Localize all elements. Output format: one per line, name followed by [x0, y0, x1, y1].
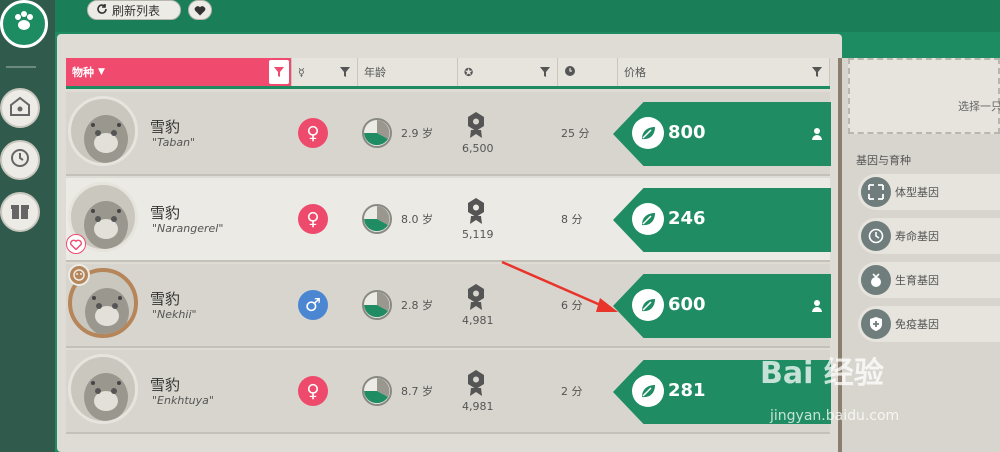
header-time[interactable]: [558, 58, 618, 86]
header-sex[interactable]: ☿: [292, 58, 358, 86]
animal-nickname: "Narangerel": [152, 222, 224, 235]
left-rail: [0, 0, 55, 452]
paw-icon: [10, 8, 38, 40]
snow-leopard-avatar: [68, 96, 138, 166]
habitat-button[interactable]: [0, 88, 40, 128]
refresh-icon: [96, 3, 108, 18]
header-species[interactable]: 物种 ▼: [66, 58, 292, 86]
user-icon: [812, 297, 822, 316]
gene-immunity-item[interactable]: 免疫基因: [858, 306, 1000, 342]
female-icon: ♀: [298, 204, 328, 234]
award-score: 4,981: [462, 400, 494, 413]
sort-down-icon: ▼: [98, 67, 105, 77]
award-score: 6,500: [462, 142, 494, 155]
animal-species: 雪豹: [150, 376, 181, 394]
gene-fertility-item[interactable]: 生育基因: [858, 262, 1000, 298]
animal-species: 雪豹: [150, 118, 181, 136]
animal-age: 8.7 岁: [401, 385, 433, 398]
award-header-icon: ✪: [464, 65, 474, 79]
table-row[interactable]: 雪豹 "Enkhtuya" ♀ 8.7 岁 4,981 2 分 281: [66, 350, 831, 434]
watermark-url: jingyan.baidu.com: [770, 408, 900, 424]
time-remaining: 2 分: [561, 385, 583, 398]
app-logo[interactable]: [0, 0, 48, 48]
animal-species: 雪豹: [150, 290, 181, 308]
select-animal-slot[interactable]: 选择一只: [848, 58, 1000, 134]
animal-age: 2.8 岁: [401, 299, 433, 312]
gift-button[interactable]: [0, 192, 40, 232]
award-score: 5,119: [462, 228, 494, 241]
award-ribbon-icon: [466, 284, 486, 310]
table-row[interactable]: 雪豹 "Narangerel" ♀ 8.0 岁 5,119 8 分 246: [66, 178, 831, 262]
award-ribbon-icon: [466, 198, 486, 224]
expand-icon: [861, 177, 891, 207]
leaf-icon: [632, 375, 664, 407]
gift-icon: [9, 199, 31, 225]
table-row[interactable]: 雪豹 "Nekhii" ♂ 2.8 岁 4,981 6 分 600: [66, 264, 831, 348]
age-pie-icon: [362, 204, 392, 234]
history-icon: [9, 147, 31, 173]
price-value: 281: [668, 380, 706, 401]
genes-section-title: 基因与育种: [856, 154, 911, 167]
header-award[interactable]: ✪: [458, 58, 558, 86]
ranger-badge-icon: [68, 264, 90, 286]
table-header: 物种 ▼ ☿ 年龄 ✪ 价格: [66, 58, 830, 86]
fertility-icon: [861, 265, 891, 295]
animal-nickname: "Taban": [152, 136, 196, 149]
sex-symbol-icon: ☿: [298, 65, 305, 79]
animal-species: 雪豹: [150, 204, 181, 222]
select-prompt: 选择一只: [958, 100, 1000, 113]
time-remaining: 6 分: [561, 299, 583, 312]
female-icon: ♀: [298, 376, 328, 406]
clock-header-icon: [564, 65, 576, 80]
price-value: 800: [668, 122, 706, 143]
refresh-label: 刷新列表: [112, 3, 161, 18]
animal-age: 2.9 岁: [401, 127, 433, 140]
award-score: 4,981: [462, 314, 494, 327]
leaf-icon: [632, 117, 664, 149]
filter-sex-icon[interactable]: [337, 64, 353, 80]
favorites-button[interactable]: [188, 0, 212, 20]
leaf-icon: [632, 203, 664, 235]
award-ribbon-icon: [466, 112, 486, 138]
age-pie-icon: [362, 290, 392, 320]
filter-price-icon[interactable]: [809, 64, 825, 80]
time-remaining: 8 分: [561, 213, 583, 226]
clock-icon: [861, 221, 891, 251]
male-icon: ♂: [298, 290, 328, 320]
time-remaining: 25 分: [561, 127, 590, 140]
filter-award-icon[interactable]: [537, 64, 553, 80]
favorite-heart-icon[interactable]: [66, 234, 86, 254]
animal-age: 8.0 岁: [401, 213, 433, 226]
animal-nickname: "Nekhii": [152, 308, 197, 321]
paw-house-icon: [9, 96, 31, 120]
watermark-brand: Bai 经验: [760, 356, 884, 391]
gene-lifespan-item[interactable]: 寿命基因: [858, 218, 1000, 254]
age-pie-icon: [362, 118, 392, 148]
animal-nickname: "Enkhtuya": [152, 394, 214, 407]
gene-size-item[interactable]: 体型基因: [858, 174, 1000, 210]
female-icon: ♀: [298, 118, 328, 148]
snow-leopard-avatar: [68, 354, 138, 424]
price-value: 246: [668, 208, 706, 229]
award-ribbon-icon: [466, 370, 486, 396]
heart-icon: [194, 1, 206, 20]
history-button[interactable]: [0, 140, 40, 180]
leaf-icon: [632, 289, 664, 321]
rail-divider: [6, 66, 36, 68]
refresh-list-button[interactable]: 刷新列表: [87, 0, 181, 20]
age-pie-icon: [362, 376, 392, 406]
header-price[interactable]: 价格: [618, 58, 830, 86]
user-icon: [812, 125, 822, 144]
filter-species-icon[interactable]: [269, 60, 289, 84]
header-age[interactable]: 年龄: [358, 58, 458, 86]
price-value: 600: [668, 294, 706, 315]
table-row[interactable]: 雪豹 "Taban" ♀ 2.9 岁 6,500 25 分 800: [66, 92, 831, 176]
shield-icon: [861, 309, 891, 339]
header-underline: [66, 86, 830, 89]
